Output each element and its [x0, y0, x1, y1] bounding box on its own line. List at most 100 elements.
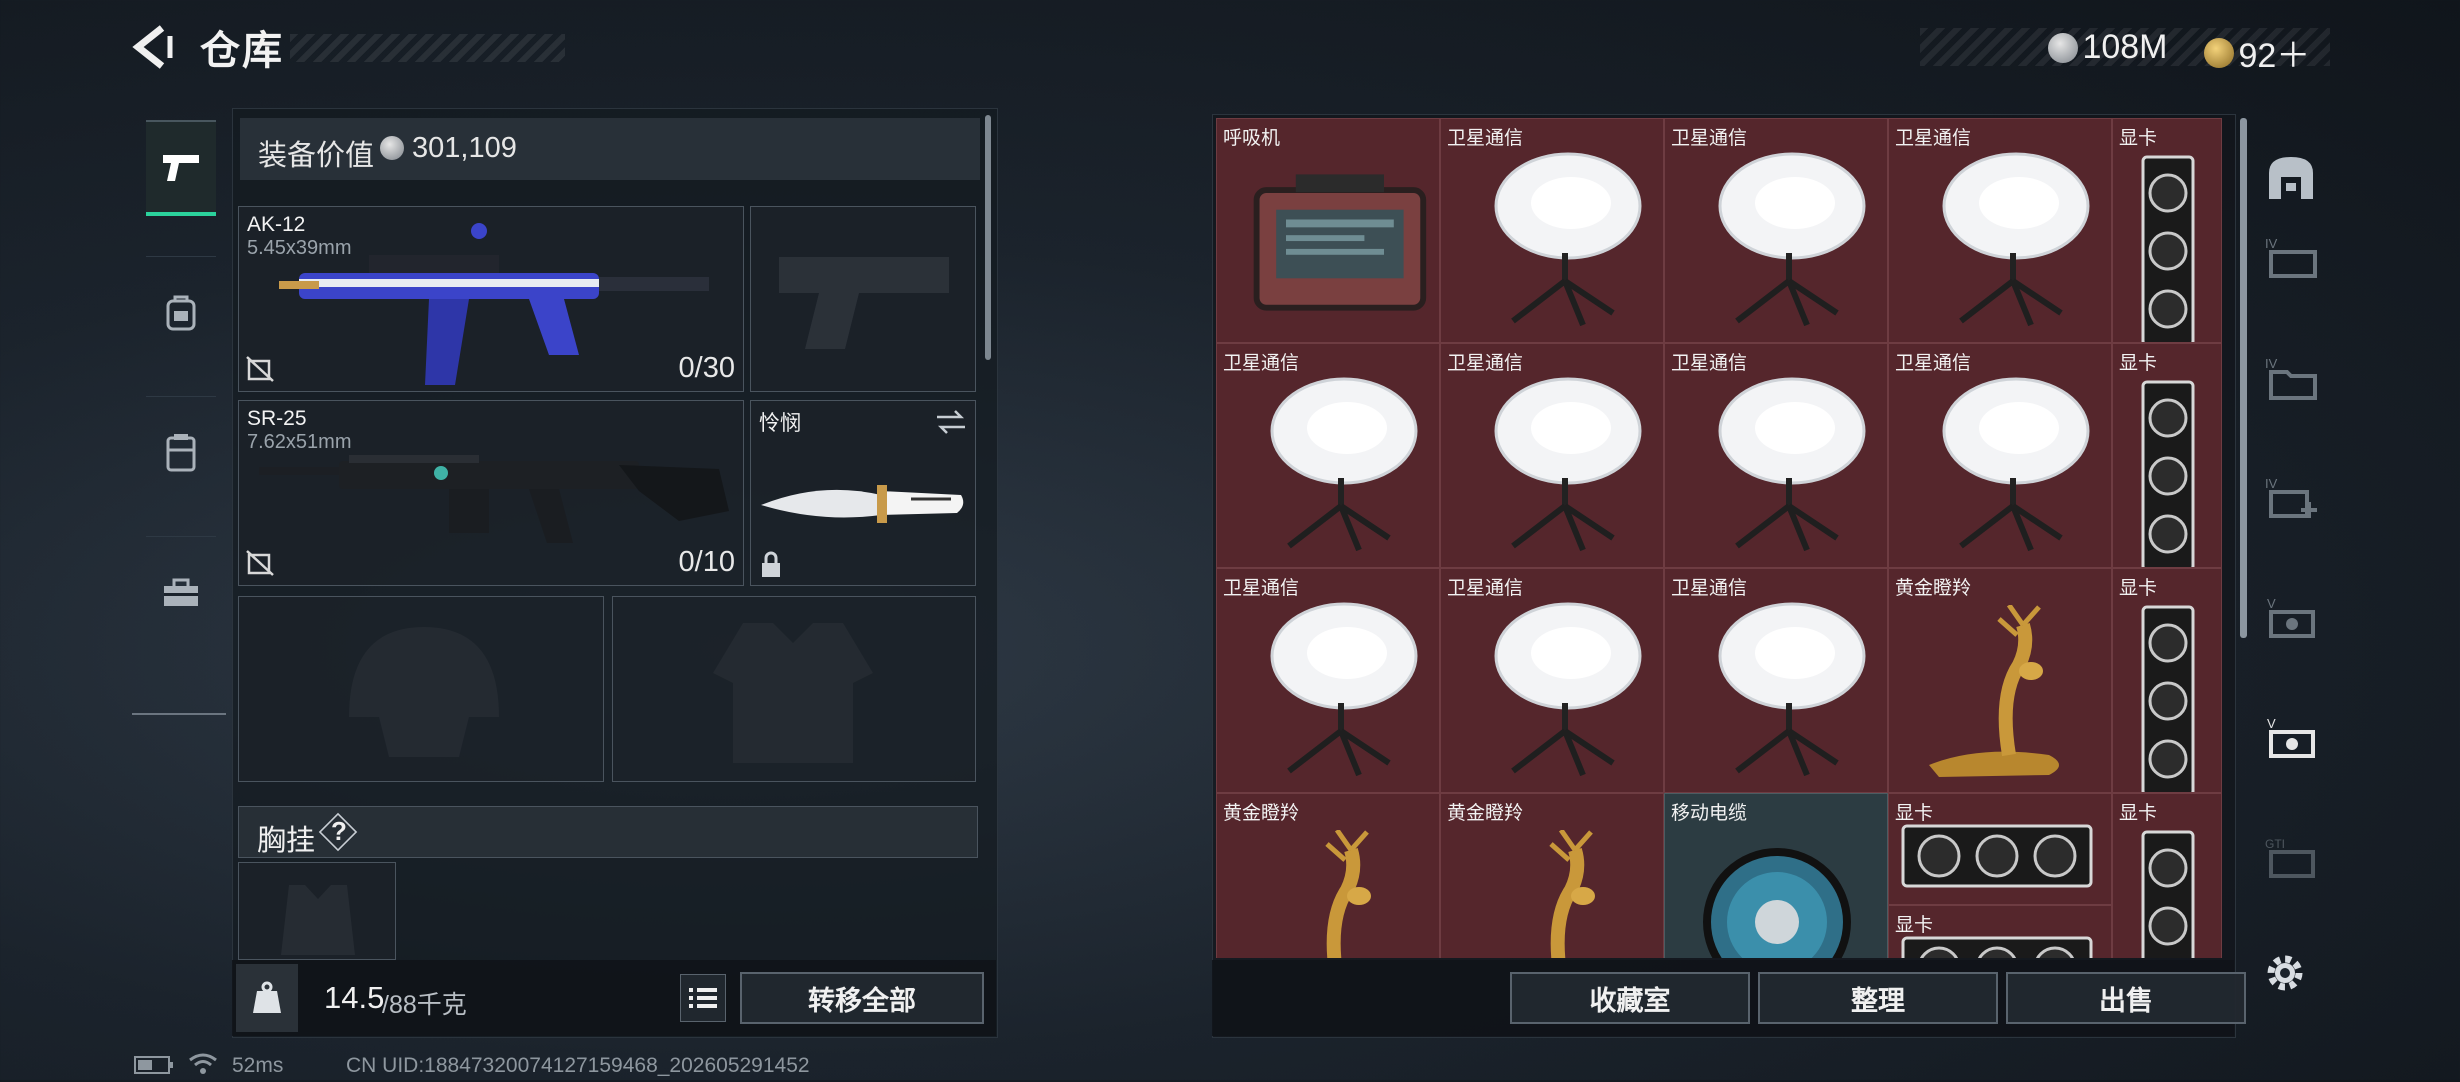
primary-weapon-name: AK-12 — [247, 213, 306, 236]
storage-home-tab[interactable] — [2258, 138, 2324, 218]
pistol-icon — [163, 155, 199, 181]
weight-current: 14.5 — [324, 980, 385, 1015]
sell-button[interactable]: 出售 — [2006, 972, 2246, 1024]
svg-text:V: V — [2267, 596, 2276, 611]
settings-button[interactable] — [2262, 950, 2312, 1000]
silver-coin-icon — [2048, 32, 2078, 63]
nav-separator — [146, 396, 216, 397]
storage-item-label: 黄金瞪羚 — [1895, 578, 1972, 599]
storage-tab-gti[interactable]: GTI — [2258, 818, 2324, 898]
chest-rig-placeholder-icon — [281, 885, 355, 955]
back-button[interactable] — [130, 22, 180, 72]
storage-item-gpu-horizontal[interactable]: 显卡 — [1888, 905, 2112, 958]
currency-main: 108M — [2048, 28, 2168, 67]
armor-placeholder-icon — [713, 623, 873, 763]
primary-weapon-slot[interactable]: AK-12 5.45x39mm 0/30 — [238, 206, 744, 392]
battery-icon — [134, 1055, 174, 1081]
storage-item-label: 卫星通信 — [1223, 353, 1300, 374]
svg-text:IV: IV — [2265, 236, 2278, 251]
storage-item-label: 卫星通信 — [1447, 128, 1524, 149]
gear-icon — [2267, 955, 2303, 991]
equipment-value: 301,109 — [412, 132, 517, 164]
ping-text: 52ms — [232, 1054, 284, 1077]
storage-item-gpu-vertical[interactable]: 显卡 — [2112, 568, 2222, 793]
storage-item-satellite[interactable]: 卫星通信 — [1440, 568, 1664, 793]
silver-coin-icon — [380, 136, 404, 160]
storage-item-gpu-vertical[interactable]: 显卡 — [2112, 793, 2222, 958]
satellite-image — [1229, 591, 1429, 786]
storage-scrollbar[interactable] — [2240, 118, 2247, 638]
armor-slot-empty[interactable] — [612, 596, 976, 782]
storage-item-satellite[interactable]: 卫星通信 — [1888, 343, 2112, 568]
pistol-slot-empty[interactable] — [750, 206, 976, 392]
list-view-button[interactable] — [680, 974, 726, 1022]
storage-item-label: 卫星通信 — [1671, 128, 1748, 149]
storage-item-satellite[interactable]: 卫星通信 — [1664, 568, 1888, 793]
currency-main-value: 108M — [2082, 28, 2168, 66]
storage-item-satellite[interactable]: 卫星通信 — [1888, 118, 2112, 343]
storage-item-satellite[interactable]: 卫星通信 — [1664, 343, 1888, 568]
storage-tab-iv-1[interactable]: IV — [2258, 218, 2324, 298]
storage-item-label: 黄金瞪羚 — [1223, 803, 1300, 824]
svg-text:V: V — [2267, 716, 2276, 731]
gold-coin-icon — [2204, 37, 2234, 68]
storage-tab-v-2-active[interactable]: V — [2258, 698, 2324, 778]
storage-item-cable[interactable]: 移动电缆 — [1664, 793, 1888, 958]
melee-slot[interactable]: 怜悯 — [750, 400, 976, 586]
title-stripe — [290, 34, 565, 62]
satellite-image — [1453, 366, 1653, 561]
storage-item-satellite[interactable]: 卫星通信 — [1216, 343, 1440, 568]
weight-bar: 14.5 /88千克 转移全部 — [232, 960, 996, 1036]
chest-rig-help[interactable]: ? — [331, 816, 347, 847]
storage-item-satellite[interactable]: 卫星通信 — [1440, 343, 1664, 568]
storage-item-label: 显卡 — [1895, 915, 1934, 936]
currency-secondary[interactable]: 92＋ — [2204, 28, 2310, 77]
storage-item-gazelle[interactable]: 黄金瞪羚 — [1888, 568, 2112, 793]
storage-category-nav: IV IV IV V V GTI — [2252, 118, 2330, 958]
tier-iv-folder-icon: IV — [2265, 356, 2317, 400]
storage-item-gazelle[interactable]: 黄金瞪羚 — [1216, 793, 1440, 958]
gpu-vertical-image — [2133, 601, 2203, 792]
storage-item-label: 卫星通信 — [1895, 353, 1972, 374]
storage-item-label: 显卡 — [2119, 578, 2158, 599]
storage-item-label: 卫星通信 — [1671, 578, 1748, 599]
storage-item-gazelle[interactable]: 黄金瞪羚 — [1440, 793, 1664, 958]
storage-item-satellite[interactable]: 卫星通信 — [1216, 568, 1440, 793]
nav-separator — [146, 256, 216, 257]
swap-icon[interactable] — [935, 409, 967, 435]
storage-item-satellite[interactable]: 卫星通信 — [1664, 118, 1888, 343]
secondary-weapon-slot[interactable]: SR-25 7.62x51mm 0/10 — [238, 400, 744, 586]
chest-rig-slot-empty[interactable] — [238, 862, 396, 960]
storage-tab-v-1[interactable]: V — [2258, 578, 2324, 658]
storage-tab-iv-3[interactable]: IV — [2258, 458, 2324, 538]
organize-button[interactable]: 整理 — [1758, 972, 1998, 1024]
storage-item-ventilator[interactable]: 呼吸机 — [1216, 118, 1440, 343]
transfer-all-button[interactable]: 转移全部 — [740, 972, 984, 1024]
storage-item-label: 卫星通信 — [1447, 353, 1524, 374]
nav-separator — [146, 536, 216, 537]
storage-item-gpu-vertical[interactable]: 显卡 — [2112, 343, 2222, 568]
nav-toolbox[interactable] — [146, 548, 216, 638]
storage-item-label: 卫星通信 — [1671, 353, 1748, 374]
storage-item-satellite[interactable]: 卫星通信 — [1440, 118, 1664, 343]
storage-tab-iv-2[interactable]: IV — [2258, 338, 2324, 418]
storage-item-label: 显卡 — [2119, 128, 2158, 149]
collection-room-button[interactable]: 收藏室 — [1510, 972, 1750, 1024]
tier-v-gpu-icon: V — [2267, 716, 2315, 758]
weight-icon — [253, 981, 281, 1013]
nav-weapons[interactable] — [146, 120, 216, 216]
satellite-image — [1901, 141, 2101, 336]
gpu-vertical-image — [2133, 826, 2203, 958]
svg-text:IV: IV — [2265, 356, 2278, 371]
equipment-value-label: 装备价值 — [258, 140, 375, 172]
storage-item-label: 呼吸机 — [1223, 128, 1281, 149]
equipment-scrollbar[interactable] — [985, 115, 991, 360]
storage-item-gpu-vertical[interactable]: 显卡 — [2112, 118, 2222, 343]
backpack-icon — [166, 295, 196, 331]
helmet-slot-empty[interactable] — [238, 596, 604, 782]
knife-image — [761, 485, 964, 523]
svg-text:GTI: GTI — [2265, 837, 2285, 851]
storage-item-gpu-horizontal[interactable]: 显卡 — [1888, 793, 2112, 905]
nav-backpack[interactable] — [146, 268, 216, 358]
nav-container[interactable] — [146, 408, 216, 498]
